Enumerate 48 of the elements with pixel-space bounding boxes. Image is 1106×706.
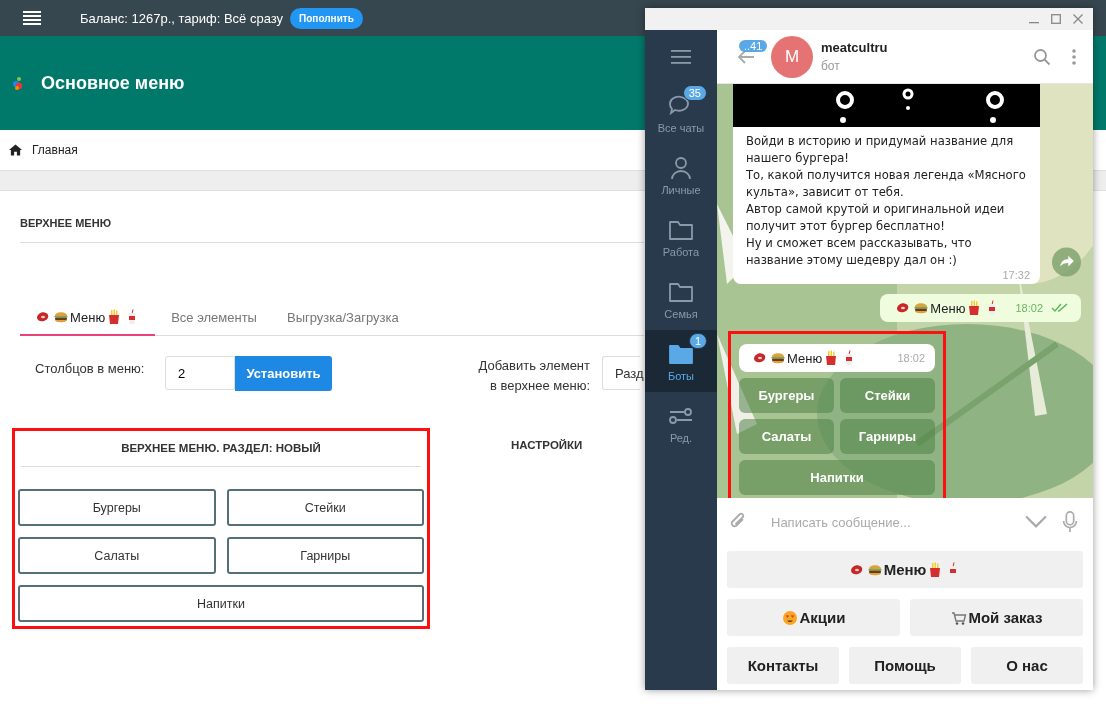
menu-icon[interactable] — [23, 11, 41, 25]
maximize-icon[interactable] — [1051, 14, 1061, 24]
chat-name: meatcultru — [821, 40, 889, 55]
page-title: Основное меню — [41, 72, 185, 94]
search-icon[interactable] — [1033, 47, 1051, 66]
folder-tab[interactable]: Ред. — [645, 392, 717, 454]
unread-badge: 1 — [688, 332, 707, 349]
logo-icon — [12, 75, 24, 91]
keyboard-button[interactable]: Мой заказ — [910, 599, 1083, 636]
folder-tab[interactable]: 35 Все чаты — [645, 82, 717, 144]
folder-tab[interactable]: 1 Боты — [645, 330, 717, 392]
set-button[interactable]: Установить — [235, 356, 332, 391]
keyboard-button[interactable]: Акции — [727, 599, 900, 636]
home-icon[interactable] — [9, 144, 22, 156]
folder-tab[interactable]: Личные — [645, 144, 717, 206]
keyboard-button[interactable]: Контакты — [727, 647, 839, 684]
back-arrow-icon[interactable] — [737, 49, 755, 64]
smiley-icon — [782, 609, 799, 626]
keyboard-button[interactable]: Меню — [727, 551, 1083, 588]
keyboard-button[interactable]: Помощь — [849, 647, 961, 684]
cart-icon — [951, 609, 968, 626]
keyboard-button[interactable]: О нас — [971, 647, 1083, 684]
menu-item-button[interactable]: Салаты — [18, 537, 216, 574]
columns-label: Столбцов в меню: — [35, 361, 146, 376]
tab[interactable]: Выгрузка/Загрузка — [272, 301, 413, 335]
unread-badge: ..41 — [739, 39, 768, 52]
folder-tab[interactable]: Семья — [645, 268, 717, 330]
menu-item-button[interactable]: Бургеры — [18, 489, 216, 526]
card-title: ВЕРХНЕЕ МЕНЮ — [20, 217, 111, 229]
columns-input[interactable]: 2 — [165, 356, 235, 390]
tab[interactable]: Все элементы — [157, 301, 271, 335]
balance-text: Баланс: 1267р., тариф: Всё сразу — [80, 10, 284, 26]
settings-title: НАСТРОЙКИ — [511, 439, 583, 453]
unread-badge: 35 — [682, 84, 707, 101]
avatar: M — [771, 35, 813, 78]
chat-status: бот — [821, 59, 841, 73]
section-title: ВЕРХНЕЕ МЕНЮ. РАЗДЕЛ: НОВЫЙ — [21, 434, 421, 467]
burger-icon — [53, 309, 69, 325]
menu-item-button[interactable]: Гарниры — [226, 537, 424, 574]
breadcrumb-link[interactable]: Главная — [32, 143, 78, 157]
menu-icon[interactable] — [671, 50, 691, 64]
menu-item-button[interactable]: Стейки — [226, 489, 424, 526]
close-icon[interactable] — [1073, 14, 1083, 24]
add-element-label: Добавить элемент в верхнее меню: — [477, 357, 590, 395]
tab[interactable]: Меню — [20, 301, 156, 336]
folder-tab[interactable]: Работа — [645, 206, 717, 268]
menu-item-button[interactable]: Напитки — [18, 585, 424, 622]
more-icon[interactable] — [1071, 47, 1077, 66]
